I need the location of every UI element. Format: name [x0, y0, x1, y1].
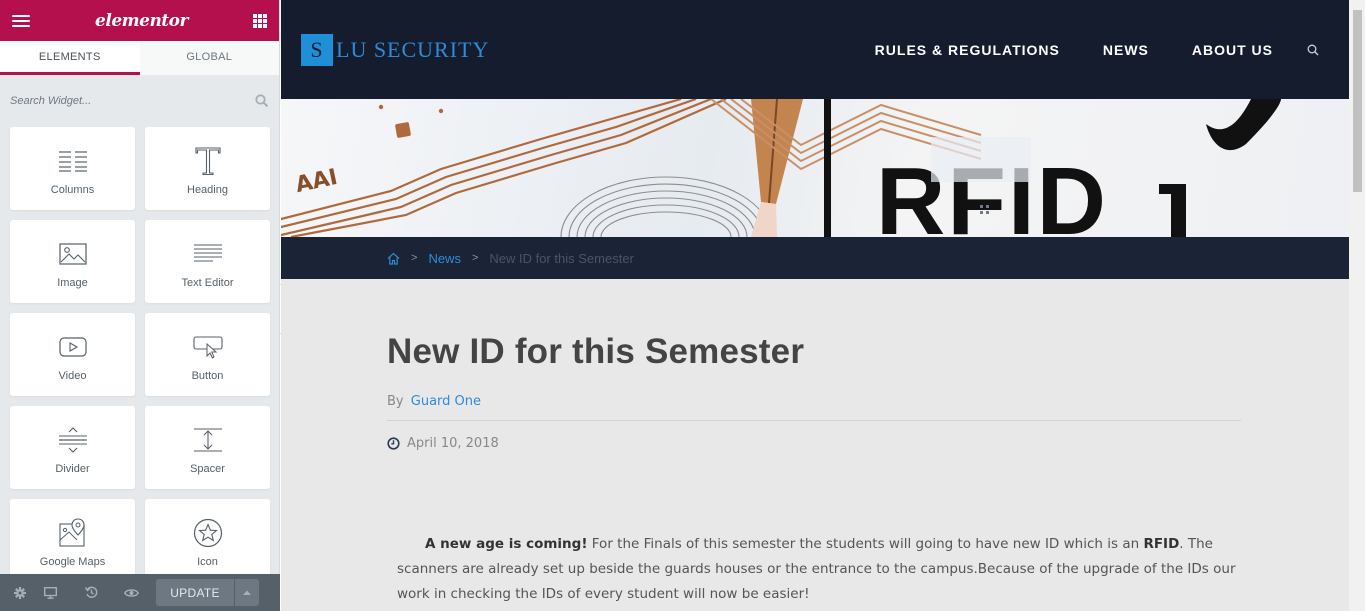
widget-video[interactable]: Video	[10, 313, 135, 396]
widgets-grid: Columns Heading Image Text Editor Video …	[0, 127, 279, 582]
post-date: April 10, 2018	[387, 436, 1349, 451]
heading-icon	[194, 144, 222, 178]
breadcrumb-link-news[interactable]: News	[428, 251, 461, 266]
menu-icon[interactable]	[12, 14, 30, 27]
nav-rules-regulations[interactable]: RULES & REGULATIONS	[875, 42, 1060, 58]
widget-button[interactable]: Button	[145, 313, 270, 396]
by-label: By	[387, 394, 404, 409]
widget-search-input[interactable]	[10, 86, 269, 116]
lead-bold: A new age is coming!	[425, 536, 588, 552]
widget-icon[interactable]: Icon	[145, 499, 270, 582]
editor-window: elementor ELEMENTS GLOBAL Columns	[0, 0, 1365, 611]
widget-label: Video	[58, 370, 87, 382]
widget-columns[interactable]: Columns	[10, 127, 135, 210]
button-icon	[192, 330, 223, 364]
save-options-button[interactable]	[234, 579, 259, 606]
elementor-logo: elementor	[95, 10, 188, 31]
logo-letter: S	[301, 33, 333, 66]
widget-label: Columns	[50, 184, 95, 196]
history-button[interactable]	[71, 574, 111, 611]
desktop-icon	[44, 586, 57, 599]
rfid-bold: RFID	[1143, 536, 1180, 552]
columns-icon	[58, 144, 88, 178]
widget-label: Google Maps	[39, 556, 106, 568]
widget-label: Icon	[197, 556, 218, 568]
breadcrumb-current: New ID for this Semester	[489, 250, 634, 266]
rfid-illustration: AAI RFID	[281, 99, 1281, 237]
post-divider	[387, 420, 1241, 421]
widget-image[interactable]: Image	[10, 220, 135, 303]
panel-footer: UPDATE	[0, 574, 280, 611]
widget-text-editor[interactable]: Text Editor	[145, 220, 270, 303]
scrollbar-thumb[interactable]	[1353, 10, 1362, 192]
post-content: New ID for this Semester By Guard One Ap…	[281, 279, 1349, 607]
tab-global[interactable]: GLOBAL	[139, 41, 279, 75]
post-body: A new age is coming! For the Finals of t…	[397, 532, 1237, 607]
widget-heading[interactable]: Heading	[145, 127, 270, 210]
gear-icon	[14, 586, 26, 599]
preview-button[interactable]	[111, 574, 152, 611]
widget-search	[0, 75, 279, 127]
widget-divider[interactable]: Divider	[10, 406, 135, 489]
author-link[interactable]: Guard One	[411, 394, 481, 409]
search-icon[interactable]	[1307, 44, 1319, 56]
nav-about-us[interactable]: ABOUT US	[1192, 42, 1273, 58]
body-text-1: For the Finals of this semester the stud…	[587, 536, 1144, 552]
update-button[interactable]: UPDATE	[156, 579, 234, 606]
text-editor-icon	[193, 237, 223, 271]
tab-elements[interactable]: ELEMENTS	[0, 41, 140, 75]
rfid-banner-image: AAI RFID	[281, 99, 1349, 237]
main-nav: RULES & REGULATIONS NEWS ABOUT US	[832, 0, 1319, 99]
search-icon	[255, 94, 269, 108]
post-date-text: April 10, 2018	[407, 436, 499, 451]
widget-google-maps[interactable]: Google Maps	[10, 499, 135, 582]
image-icon	[58, 237, 87, 271]
site-logo[interactable]: S LU SECURITY	[301, 33, 490, 66]
nav-news[interactable]: NEWS	[1103, 42, 1149, 58]
widget-label: Text Editor	[181, 277, 234, 289]
post-title: New ID for this Semester	[387, 332, 805, 371]
spacer-icon	[193, 423, 223, 457]
widget-spacer[interactable]: Spacer	[145, 406, 270, 489]
preview-scrollbar[interactable]	[1349, 0, 1365, 611]
video-icon	[58, 330, 87, 364]
widget-label: Image	[57, 277, 88, 289]
panel-header: elementor	[0, 0, 279, 41]
widget-label: Heading	[187, 184, 228, 196]
post-byline: By Guard One	[387, 394, 1349, 409]
site-preview: S LU SECURITY RULES & REGULATIONS NEWS A…	[281, 0, 1349, 611]
breadcrumb-separator: >	[411, 252, 418, 264]
star-icon	[193, 516, 223, 550]
site-header: S LU SECURITY RULES & REGULATIONS NEWS A…	[281, 0, 1349, 99]
breadcrumb-separator: >	[471, 252, 479, 264]
responsive-mode-button[interactable]	[30, 574, 71, 611]
caret-up-icon	[243, 590, 251, 595]
clock-icon	[387, 437, 400, 450]
banner-card-text: AAI	[293, 165, 340, 198]
widget-label: Button	[191, 370, 224, 382]
widgets-grid-icon[interactable]	[253, 13, 267, 28]
google-maps-icon	[58, 516, 87, 550]
widget-label: Spacer	[190, 463, 225, 475]
elementor-panel: elementor ELEMENTS GLOBAL Columns	[0, 0, 280, 611]
breadcrumb: > News > New ID for this Semester	[281, 237, 1349, 279]
history-icon	[84, 586, 97, 598]
eye-icon	[124, 588, 139, 597]
home-icon[interactable]	[387, 252, 400, 265]
divider-icon	[58, 423, 88, 457]
logo-text: LU SECURITY	[336, 36, 490, 62]
settings-button[interactable]	[10, 574, 30, 611]
widget-label: Divider	[55, 463, 90, 475]
panel-tabs: ELEMENTS GLOBAL	[0, 41, 279, 75]
